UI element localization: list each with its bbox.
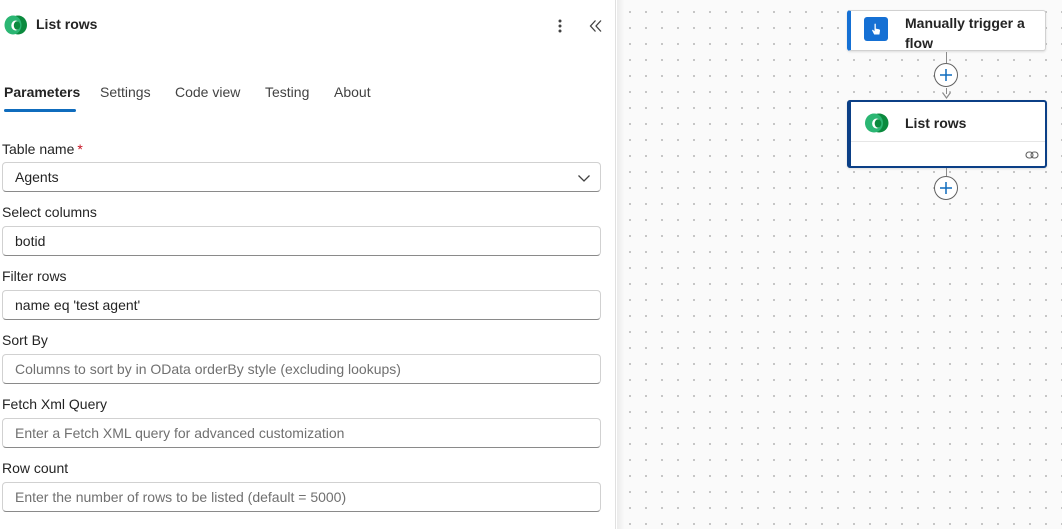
- add-step-button-middle[interactable]: [934, 63, 958, 87]
- connector-line-end: [946, 168, 947, 176]
- select-columns-value: botid: [15, 233, 46, 249]
- arrow-down-icon: [942, 92, 951, 99]
- sort-by-label: Sort By: [2, 332, 48, 348]
- panel-title: List rows: [36, 16, 98, 32]
- fetch-xml-label: Fetch Xml Query: [2, 396, 108, 412]
- table-name-value: Agents: [15, 169, 59, 185]
- row-count-label: Row count: [2, 460, 69, 476]
- link-icon: [1025, 151, 1039, 159]
- list-rows-node-title: List rows: [905, 115, 967, 131]
- tab-code-view[interactable]: Code view: [175, 78, 240, 118]
- filter-rows-label: Filter rows: [2, 268, 67, 284]
- trigger-node-title: Manually trigger a flow: [905, 15, 1025, 51]
- table-name-label-text: Table name: [2, 141, 75, 157]
- list-rows-node-header: List rows: [851, 102, 1045, 142]
- collapse-double-chevron-icon: [589, 20, 602, 32]
- canvas-edge-shadow: [617, 0, 625, 529]
- sort-by-input[interactable]: Columns to sort by in OData orderBy styl…: [2, 354, 601, 384]
- chevron-down-icon: [578, 175, 590, 182]
- add-step-button-end[interactable]: [934, 176, 958, 200]
- plus-icon: [940, 182, 952, 194]
- trigger-node[interactable]: Manually trigger a flow: [847, 10, 1046, 51]
- filter-rows-input[interactable]: name eq 'test agent': [2, 290, 601, 320]
- plus-icon: [940, 69, 952, 81]
- collapse-panel-button[interactable]: [584, 14, 608, 38]
- row-count-input[interactable]: Enter the number of rows to be listed (d…: [2, 482, 601, 512]
- table-name-dropdown[interactable]: Agents: [2, 162, 601, 192]
- touch-hand-icon: [864, 17, 888, 41]
- fetch-xml-placeholder: Enter a Fetch XML query for advanced cus…: [15, 425, 345, 441]
- tab-testing[interactable]: Testing: [265, 78, 309, 118]
- dataverse-logo: [865, 113, 889, 133]
- app-root: List rows Parameters Settings Code view …: [0, 0, 1062, 529]
- tab-parameters[interactable]: Parameters: [4, 78, 80, 118]
- more-options-button[interactable]: [548, 14, 572, 38]
- required-marker: *: [77, 141, 83, 157]
- tab-settings[interactable]: Settings: [100, 78, 151, 118]
- select-columns-input[interactable]: botid: [2, 226, 601, 256]
- tab-list: Parameters Settings Code view Testing Ab…: [0, 78, 616, 118]
- action-config-panel: List rows Parameters Settings Code view …: [0, 0, 616, 529]
- more-vertical-icon: [558, 19, 562, 33]
- connector-line-top: [946, 52, 947, 63]
- dataverse-logo: [4, 15, 27, 35]
- row-count-placeholder: Enter the number of rows to be listed (d…: [15, 489, 347, 505]
- select-columns-label: Select columns: [2, 204, 97, 220]
- list-rows-node[interactable]: List rows: [847, 100, 1047, 168]
- fetch-xml-input[interactable]: Enter a Fetch XML query for advanced cus…: [2, 418, 601, 448]
- filter-rows-value: name eq 'test agent': [15, 297, 141, 313]
- panel-header: List rows: [0, 0, 616, 52]
- flow-designer-canvas[interactable]: Manually trigger a flow List rows: [617, 0, 1062, 529]
- sort-by-placeholder: Columns to sort by in OData orderBy styl…: [15, 361, 401, 377]
- table-name-label: Table name *: [2, 141, 83, 157]
- tab-about[interactable]: About: [334, 78, 371, 118]
